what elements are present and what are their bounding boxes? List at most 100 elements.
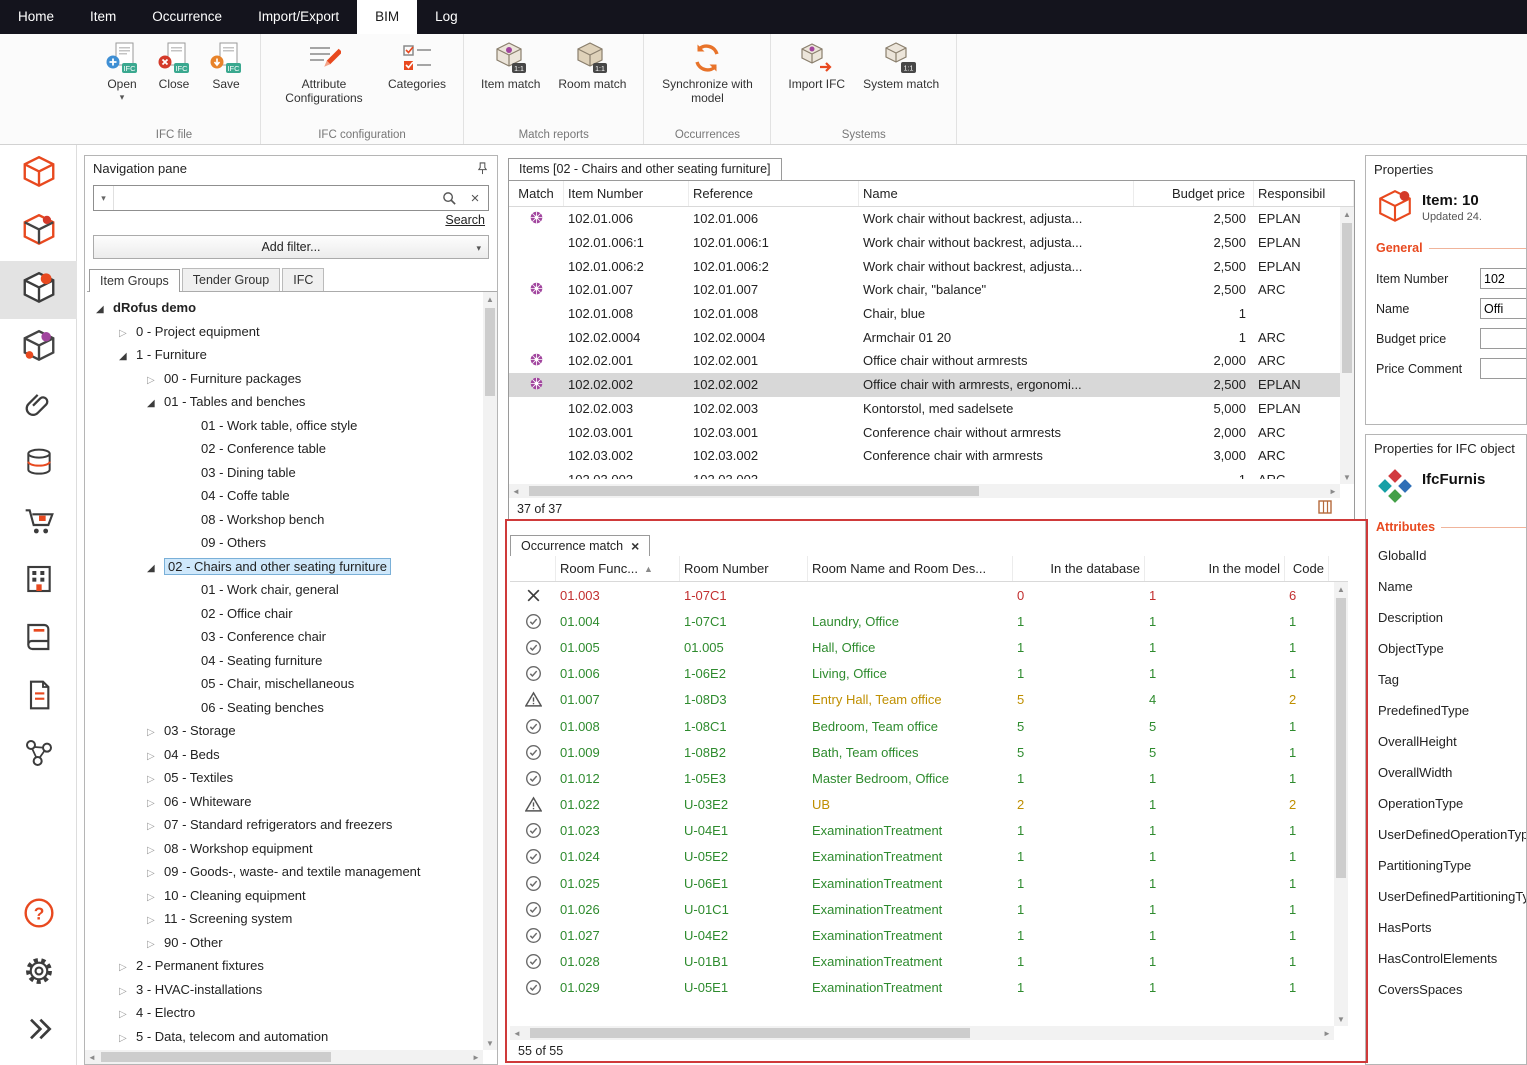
tree-vertical-scrollbar[interactable]: ▲ ▼ [483,292,497,1050]
ifc-attribute-item[interactable]: UserDefinedPartitioningType [1366,881,1526,912]
ifc-attribute-item[interactable]: Tag [1366,664,1526,695]
tree-item[interactable]: 06 - Whiteware [85,790,483,814]
tree-item[interactable]: 06 - Seating benches [85,696,483,720]
tree-item[interactable]: 03 - Dining table [85,461,483,485]
item-row[interactable]: 102.02.002 102.02.002 Office chair with … [509,373,1354,397]
occurrence-row[interactable]: 01.023 U-04E1 ExaminationTreatment 1 1 1 [510,818,1348,844]
tree-expander-icon[interactable] [119,347,136,362]
tree-expander-icon[interactable] [147,888,164,903]
clear-search-icon[interactable]: × [462,186,488,210]
save-ifc-button[interactable]: IFC Save [200,38,252,95]
menu-bim[interactable]: BIM [357,0,417,34]
tree-item[interactable]: 02 - Conference table [85,437,483,461]
menu-log[interactable]: Log [417,0,476,34]
module-reports-button[interactable] [0,609,77,667]
column-header-room-number[interactable]: Room Number [680,556,808,581]
tree-item[interactable]: 04 - Beds [85,743,483,767]
ifc-attribute-item[interactable]: HasControlElements [1366,943,1526,974]
tree-horizontal-scrollbar[interactable]: ◄ ► [85,1050,483,1064]
pin-icon[interactable] [476,162,489,175]
item-match-button[interactable]: 1:1 Item match [472,38,549,95]
column-header-match[interactable]: Match [509,181,564,206]
column-header-item-number[interactable]: Item Number [564,181,689,206]
item-row[interactable]: 102.01.006 102.01.006 Work chair without… [509,207,1354,231]
module-database-button[interactable] [0,435,77,493]
tab-tender-group[interactable]: Tender Group [182,268,280,291]
ifc-attribute-item[interactable]: ObjectType [1366,633,1526,664]
tree-item[interactable]: 00 - Furniture packages [85,367,483,391]
ifc-attribute-item[interactable]: HasPorts [1366,912,1526,943]
occurrence-row[interactable]: 01.005 01.005 Hall, Office 1 1 1 [510,634,1348,660]
search-input[interactable] [114,186,436,210]
close-tab-icon[interactable]: × [631,540,639,552]
items-tab[interactable]: Items [02 - Chairs and other seating fur… [508,158,782,180]
menu-item[interactable]: Item [72,0,134,34]
column-header-reference[interactable]: Reference [689,181,859,206]
ifc-attribute-item[interactable]: Name [1366,571,1526,602]
price-comment-field[interactable] [1480,358,1527,379]
tree-item[interactable]: 4 - Electro [85,1001,483,1025]
menu-import-export[interactable]: Import/Export [240,0,357,34]
tree-expander-icon[interactable] [119,1029,136,1044]
tree-expander-icon[interactable] [147,794,164,809]
tree-item[interactable]: 3 - HVAC-installations [85,978,483,1002]
module-rooms-button[interactable] [0,145,77,203]
column-chooser-icon[interactable] [1318,500,1332,517]
occurrence-row[interactable]: 01.027 U-04E2 ExaminationTreatment 1 1 1 [510,922,1348,948]
occurrence-vertical-scrollbar[interactable]: ▲ ▼ [1334,582,1348,1026]
tree-item[interactable]: 5 - Data, telecom and automation [85,1025,483,1049]
tree-item[interactable]: 01 - Work table, office style [85,414,483,438]
tree-item[interactable]: 08 - Workshop bench [85,508,483,532]
occurrence-row[interactable]: 01.006 1-06E2 Living, Office 1 1 1 [510,661,1348,687]
occurrence-horizontal-scrollbar[interactable]: ◄ ► [510,1026,1334,1040]
item-row[interactable]: 102.02.0004 102.02.0004 Armchair 01 20 1… [509,325,1354,349]
module-systems-button[interactable] [0,725,77,783]
synchronize-with-model-button[interactable]: Synchronize with model [652,38,762,109]
items-horizontal-scrollbar[interactable]: ◄ ► [509,484,1340,498]
open-ifc-button[interactable]: IFC Open ▾ [96,38,148,105]
tree-item[interactable]: 02 - Office chair [85,602,483,626]
ifc-attribute-item[interactable]: CoversSpaces [1366,974,1526,1005]
tree-item[interactable]: 04 - Seating furniture [85,649,483,673]
tree-item[interactable]: 1 - Furniture [85,343,483,367]
tree-item[interactable]: 11 - Screening system [85,907,483,931]
column-header-code[interactable]: Code [1285,556,1329,581]
tree-expander-icon[interactable] [119,324,136,339]
tree-item[interactable]: 04 - Coffe table [85,484,483,508]
close-ifc-button[interactable]: IFC Close [148,38,200,95]
search-icon[interactable] [436,186,462,210]
tree-item[interactable]: 0 - Project equipment [85,320,483,344]
item-row[interactable]: 102.02.001 102.02.001 Office chair witho… [509,349,1354,373]
ifc-attribute-item[interactable]: OverallWidth [1366,757,1526,788]
budget-price-field[interactable] [1480,328,1527,349]
tree-expander-icon[interactable] [147,371,164,386]
tree-item[interactable]: 09 - Others [85,531,483,555]
occurrence-match-tab[interactable]: Occurrence match × [510,535,650,557]
tree-expander-icon[interactable] [119,982,136,997]
occurrence-row[interactable]: 01.009 1-08B2 Bath, Team offices 5 5 1 [510,739,1348,765]
menu-home[interactable]: Home [0,0,72,34]
name-field[interactable] [1480,298,1527,319]
tree-expander-icon[interactable] [147,864,164,879]
item-row[interactable]: 102.01.006:1 102.01.006:1 Work chair wit… [509,231,1354,255]
tree-item[interactable]: dRofus demo [85,296,483,320]
tree-item[interactable]: 05 - Textiles [85,766,483,790]
expand-sidebar-button[interactable] [0,1001,77,1059]
module-buildings-button[interactable] [0,551,77,609]
column-header-budget-price[interactable]: Budget price [1134,181,1254,206]
occurrence-row[interactable]: 01.025 U-06E1 ExaminationTreatment 1 1 1 [510,870,1348,896]
tree-expander-icon[interactable] [147,723,164,738]
occurrence-row[interactable]: 01.029 U-05E1 ExaminationTreatment 1 1 1 [510,975,1348,1001]
menu-occurrence[interactable]: Occurrence [134,0,240,34]
tree-expander-icon[interactable] [96,300,113,315]
search-link[interactable]: Search [445,213,485,227]
tree-item[interactable]: 07 - Standard refrigerators and freezers [85,813,483,837]
item-row[interactable]: 102.03.003 102.03.003 1 ARC [509,468,1354,479]
item-row[interactable]: 102.03.001 102.03.001 Conference chair w… [509,420,1354,444]
column-header-room-name[interactable]: Room Name and Room Des... [808,556,1013,581]
tree-item[interactable]: 05 - Chair, mischellaneous [85,672,483,696]
occurrence-row[interactable]: 01.026 U-01C1 ExaminationTreatment 1 1 1 [510,896,1348,922]
item-row[interactable]: 102.03.002 102.03.002 Conference chair w… [509,444,1354,468]
ifc-attribute-item[interactable]: GlobalId [1366,540,1526,571]
ifc-attribute-item[interactable]: PartitioningType [1366,850,1526,881]
